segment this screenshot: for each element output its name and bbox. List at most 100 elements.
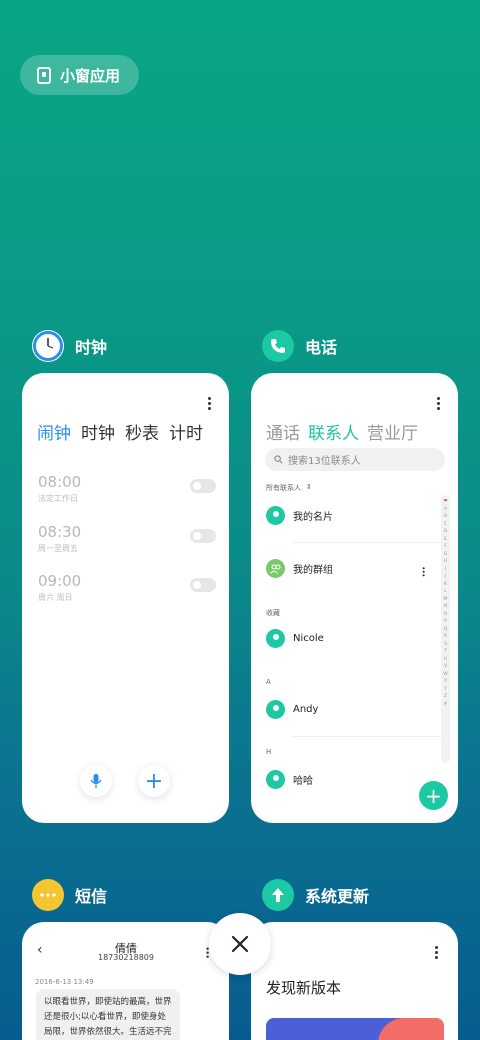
alphabet-index-bar[interactable]: ❤ A B C D E F G H I J K L M N O P Q R S … bbox=[441, 495, 450, 763]
alarm-toggle[interactable] bbox=[190, 529, 216, 543]
tab-alarm[interactable]: 闹钟 bbox=[37, 419, 71, 444]
tab-contacts[interactable]: 联系人 bbox=[308, 419, 359, 444]
update-app-card[interactable]: 发现新版本 bbox=[251, 922, 458, 1040]
clock-app-card[interactable]: 闹钟 时钟 秒表 计时 08:00 法定工作日 08:30 周一至周五 09:0… bbox=[22, 373, 229, 823]
microphone-icon bbox=[90, 774, 102, 788]
alarm-time: 09:00 bbox=[38, 572, 82, 590]
sms-app-icon bbox=[32, 879, 64, 911]
index-letter[interactable]: ❤ bbox=[444, 498, 448, 506]
voice-alarm-button[interactable] bbox=[80, 765, 112, 797]
more-options-icon[interactable] bbox=[435, 946, 439, 961]
index-letter[interactable]: R bbox=[444, 633, 447, 641]
index-letter[interactable]: K bbox=[444, 581, 447, 589]
index-letter[interactable]: E bbox=[444, 536, 447, 544]
list-item[interactable]: 哈哈 bbox=[266, 770, 436, 789]
list-item[interactable]: 我的群组 bbox=[266, 559, 436, 578]
alarm-item[interactable]: 08:30 周一至周五 bbox=[38, 523, 216, 554]
index-letter[interactable]: D bbox=[444, 528, 447, 536]
alarm-toggle[interactable] bbox=[190, 578, 216, 592]
tab-timer[interactable]: 计时 bbox=[169, 419, 203, 444]
close-icon bbox=[231, 935, 249, 953]
alarm-item[interactable]: 08:00 法定工作日 bbox=[38, 473, 216, 504]
alarm-repeat: 法定工作日 bbox=[38, 494, 78, 503]
index-letter[interactable]: T bbox=[444, 648, 447, 656]
contact-search-input[interactable]: 搜索13位联系人 bbox=[265, 448, 445, 471]
plus-icon: + bbox=[425, 783, 442, 808]
contact-name: 哈哈 bbox=[293, 776, 313, 787]
alarm-item[interactable]: 09:00 周六 周日 bbox=[38, 572, 216, 603]
phone-app-header: 电话 bbox=[262, 330, 337, 362]
clock-tabs: 闹钟 时钟 秒表 计时 bbox=[37, 419, 203, 444]
update-app-header: 系统更新 bbox=[262, 879, 369, 911]
sort-arrows-icon: ⇕ bbox=[306, 483, 312, 491]
index-letter[interactable]: X bbox=[444, 678, 447, 686]
section-label: A bbox=[266, 678, 271, 686]
index-letter[interactable]: F bbox=[444, 543, 447, 551]
contact-name: 我的名片 bbox=[293, 512, 333, 523]
index-letter[interactable]: # bbox=[444, 701, 448, 709]
add-contact-button[interactable]: + bbox=[419, 781, 448, 810]
index-letter[interactable]: B bbox=[444, 513, 447, 521]
more-options-icon[interactable] bbox=[208, 397, 212, 412]
filter-label: 所有联系人 bbox=[266, 484, 301, 492]
clock-app-icon bbox=[32, 330, 64, 362]
more-options-icon[interactable] bbox=[437, 397, 441, 412]
index-letter[interactable]: Z bbox=[444, 693, 447, 701]
index-letter[interactable]: C bbox=[444, 521, 447, 529]
update-banner-image bbox=[266, 1018, 444, 1040]
update-title: 发现新版本 bbox=[266, 979, 342, 997]
contacts-filter[interactable]: 所有联系人 ⇕ bbox=[266, 483, 312, 493]
add-alarm-button[interactable]: + bbox=[138, 765, 170, 797]
avatar bbox=[266, 770, 285, 789]
tab-service-hall[interactable]: 营业厅 bbox=[367, 419, 418, 444]
index-letter[interactable]: I bbox=[445, 566, 446, 574]
floating-window-button[interactable]: 小窗应用 bbox=[20, 55, 139, 95]
index-letter[interactable]: Y bbox=[444, 686, 447, 694]
plus-icon: + bbox=[144, 768, 164, 794]
contact-name: Nicole bbox=[293, 633, 324, 644]
tab-calls[interactable]: 通话 bbox=[266, 419, 300, 444]
conversation-contact-number: 18730218809 bbox=[98, 953, 154, 962]
update-app-icon bbox=[262, 879, 294, 911]
index-letter[interactable]: N bbox=[444, 603, 447, 611]
index-letter[interactable]: G bbox=[444, 551, 448, 559]
phone-app-card[interactable]: 通话 联系人 营业厅 搜索13位联系人 所有联系人 ⇕ 我的名片 我的群组 收藏… bbox=[251, 373, 458, 823]
index-letter[interactable]: U bbox=[444, 656, 447, 664]
index-letter[interactable]: Q bbox=[444, 626, 448, 634]
phone-app-name: 电话 bbox=[305, 338, 338, 357]
list-item[interactable]: Andy bbox=[266, 700, 436, 719]
contact-name: Andy bbox=[293, 704, 319, 715]
list-item[interactable]: Nicole bbox=[266, 629, 436, 648]
phone-app-icon bbox=[262, 330, 294, 362]
section-label: H bbox=[266, 748, 272, 756]
index-letter[interactable]: M bbox=[444, 596, 448, 604]
index-letter[interactable]: L bbox=[444, 588, 447, 596]
close-all-button[interactable] bbox=[209, 913, 271, 975]
sms-app-card[interactable]: ‹ 倩倩 18730218809 2016-6-13 13:49 以眼看世界，即… bbox=[22, 922, 229, 1040]
index-letter[interactable]: S bbox=[444, 641, 447, 649]
index-letter[interactable]: V bbox=[444, 663, 447, 671]
index-letter[interactable]: J bbox=[445, 573, 446, 581]
message-bubble[interactable]: 以眼看世界，即使站的最高，世界还是很小;以心看世界，即使身处局限，世界依然很大。… bbox=[36, 989, 180, 1040]
sms-app-name: 短信 bbox=[75, 887, 108, 906]
tab-clock[interactable]: 时钟 bbox=[81, 419, 115, 444]
index-letter[interactable]: P bbox=[444, 618, 447, 626]
index-letter[interactable]: A bbox=[444, 506, 447, 514]
index-letter[interactable]: O bbox=[444, 611, 448, 619]
clock-app-header: 时钟 bbox=[32, 330, 107, 362]
group-more-icon[interactable] bbox=[422, 567, 426, 578]
floating-window-label: 小窗应用 bbox=[60, 66, 121, 85]
alarm-toggle[interactable] bbox=[190, 479, 216, 493]
phone-tabs: 通话 联系人 营业厅 bbox=[266, 419, 418, 444]
contact-name: 我的群组 bbox=[293, 565, 333, 576]
alarm-time: 08:00 bbox=[38, 473, 82, 491]
tab-stopwatch[interactable]: 秒表 bbox=[125, 419, 159, 444]
list-item[interactable]: 我的名片 bbox=[266, 506, 436, 525]
clock-app-name: 时钟 bbox=[75, 338, 108, 357]
divider bbox=[293, 736, 441, 737]
index-letter[interactable]: H bbox=[444, 558, 447, 566]
alarm-repeat: 周六 周日 bbox=[38, 593, 73, 602]
sms-app-header: 短信 bbox=[32, 879, 107, 911]
search-icon bbox=[274, 455, 283, 464]
index-letter[interactable]: W bbox=[443, 671, 447, 679]
